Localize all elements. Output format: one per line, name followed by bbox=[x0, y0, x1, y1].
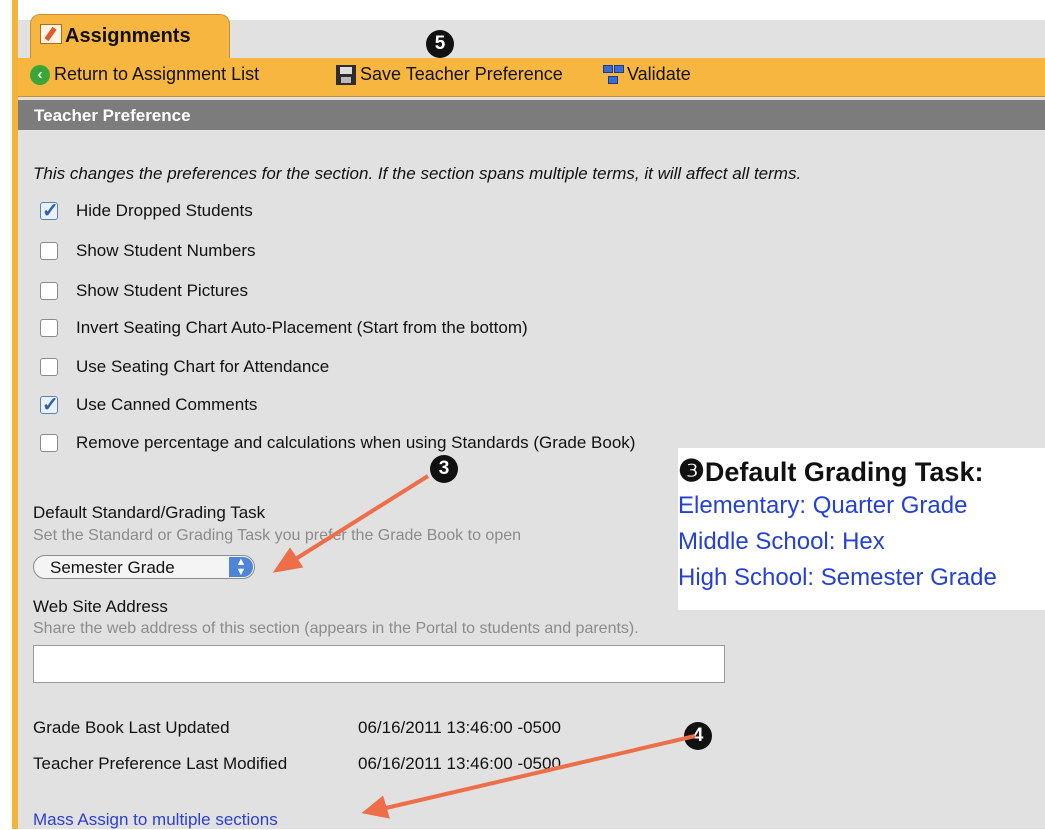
arrow-head-link bbox=[361, 795, 390, 819]
arrow-to-select bbox=[292, 474, 430, 562]
arrow-head-select bbox=[272, 547, 304, 573]
annotation-arrows bbox=[272, 474, 696, 819]
arrow-to-link bbox=[385, 734, 696, 810]
